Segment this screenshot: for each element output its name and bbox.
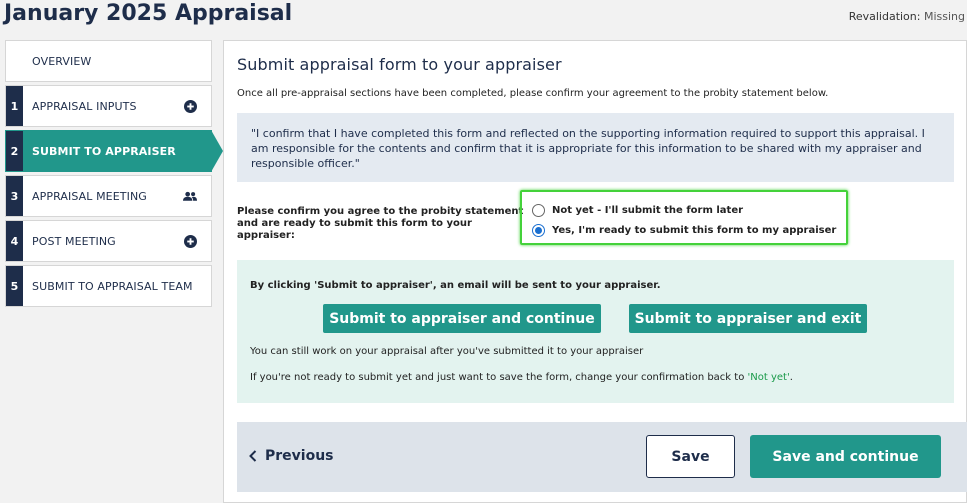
not-yet-highlight: 'Not yet' bbox=[747, 372, 790, 383]
sidebar-item-submit-to-appraiser[interactable]: 2 SUBMIT TO APPRAISER bbox=[5, 130, 223, 172]
people-icon bbox=[183, 189, 197, 203]
info-note-text: . bbox=[789, 372, 793, 383]
save-button[interactable]: Save bbox=[646, 435, 735, 478]
sidebar-item-label: POST MEETING bbox=[32, 234, 116, 248]
info-note: You can still work on your appraisal aft… bbox=[250, 346, 644, 357]
sidebar: OVERVIEW 1 APPRAISAL INPUTS 2 SUBMIT TO … bbox=[5, 40, 223, 310]
confirm-label-line: and are ready to submit this form to you… bbox=[237, 218, 472, 241]
intro-text: Once all pre-appraisal sections have bee… bbox=[237, 88, 829, 99]
submit-and-exit-button[interactable]: Submit to appraiser and exit bbox=[629, 304, 867, 333]
radio-button[interactable] bbox=[532, 203, 545, 217]
sidebar-item-appraisal-inputs[interactable]: 1 APPRAISAL INPUTS bbox=[5, 85, 212, 127]
sidebar-item-overview[interactable]: OVERVIEW bbox=[5, 40, 212, 82]
sidebar-item-appraisal-meeting[interactable]: 3 APPRAISAL MEETING bbox=[5, 175, 212, 217]
revalidation-value: Missing bbox=[923, 10, 965, 23]
plus-circle-icon[interactable] bbox=[183, 99, 197, 113]
previous-label: Previous bbox=[265, 448, 334, 464]
main-panel: Submit appraisal form to your appraiser … bbox=[223, 40, 967, 503]
sidebar-item-submit-to-appraisal-team[interactable]: 5 SUBMIT TO APPRAISAL TEAM bbox=[5, 265, 212, 307]
page-title: January 2025 Appraisal bbox=[4, 1, 293, 26]
section-heading: Submit appraisal form to your appraiser bbox=[237, 55, 562, 74]
email-note: By clicking 'Submit to appraiser', an em… bbox=[250, 280, 661, 291]
confirmation-radio-group: Not yet - I'll submit the form later Yes… bbox=[520, 190, 848, 245]
radio-label[interactable]: Yes, I'm ready to submit this form to my… bbox=[552, 225, 836, 236]
chevron-left-icon bbox=[249, 450, 257, 462]
revalidation-label: Revalidation: bbox=[848, 10, 921, 23]
sidebar-item-label: OVERVIEW bbox=[32, 54, 92, 68]
sidebar-item-label: SUBMIT TO APPRAISER bbox=[32, 144, 176, 158]
info-note: If you're not ready to submit yet and ju… bbox=[250, 372, 793, 383]
radio-label[interactable]: Not yet - I'll submit the form later bbox=[552, 205, 743, 216]
submit-and-continue-button[interactable]: Submit to appraiser and continue bbox=[323, 304, 601, 333]
sidebar-item-label: APPRAISAL INPUTS bbox=[32, 99, 137, 113]
radio-option-not-yet[interactable]: Not yet - I'll submit the form later bbox=[532, 200, 846, 220]
submit-info-panel: By clicking 'Submit to appraiser', an em… bbox=[237, 260, 954, 403]
sidebar-item-label: SUBMIT TO APPRAISAL TEAM bbox=[32, 279, 193, 293]
confirm-label: Please confirm you agree to the probity … bbox=[237, 206, 527, 242]
radio-option-yes[interactable]: Yes, I'm ready to submit this form to my… bbox=[532, 220, 846, 240]
info-note-text: If you're not ready to submit yet and ju… bbox=[250, 372, 748, 383]
sidebar-item-label: APPRAISAL MEETING bbox=[32, 189, 147, 203]
previous-button[interactable]: Previous bbox=[249, 448, 334, 464]
step-number: 1 bbox=[6, 86, 23, 126]
confirm-label-line: Please confirm you agree to the probity … bbox=[237, 206, 524, 217]
step-number: 2 bbox=[6, 131, 23, 171]
step-number: 3 bbox=[6, 176, 23, 216]
save-and-continue-button[interactable]: Save and continue bbox=[750, 435, 941, 478]
revalidation-status: Revalidation: Missing bbox=[849, 10, 965, 23]
probity-statement: "I confirm that I have completed this fo… bbox=[237, 113, 954, 182]
footer-bar: Previous Save Save and continue bbox=[237, 422, 967, 492]
sidebar-item-post-meeting[interactable]: 4 POST MEETING bbox=[5, 220, 212, 262]
step-number: 4 bbox=[6, 221, 23, 261]
plus-circle-icon[interactable] bbox=[183, 234, 197, 248]
step-number: 5 bbox=[6, 266, 23, 306]
radio-button-selected[interactable] bbox=[532, 223, 545, 237]
